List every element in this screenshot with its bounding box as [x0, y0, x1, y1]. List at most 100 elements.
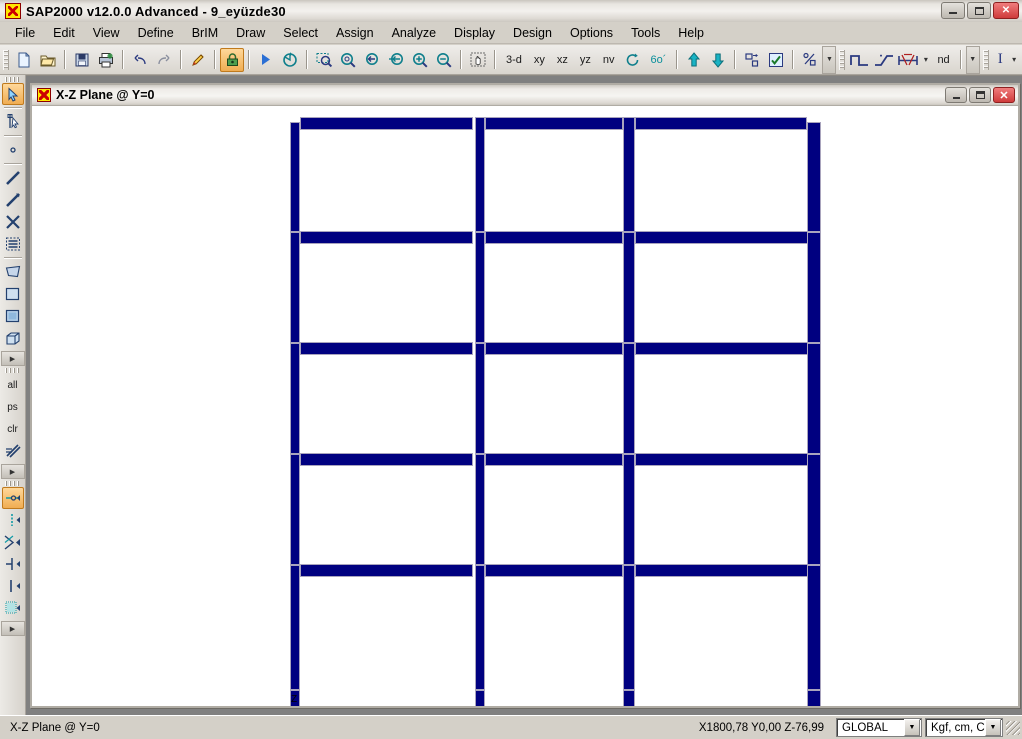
snap-to-perpendicular-icon[interactable] [2, 575, 24, 597]
column-B-base[interactable] [475, 690, 485, 706]
column-B-story1[interactable] [475, 565, 485, 690]
named-display-button[interactable]: nd [931, 48, 955, 72]
select-previous-button[interactable]: ps [2, 396, 24, 418]
column-D-story1[interactable] [807, 565, 821, 690]
units-dropdown[interactable]: Kgf, cm, C ▼ [925, 718, 1003, 737]
select-intersecting-line-icon[interactable] [2, 440, 24, 462]
coordinate-system-dropdown[interactable]: GLOBAL ▼ [836, 718, 922, 737]
restore-button[interactable] [967, 2, 991, 19]
snap-to-point-icon[interactable] [1, 487, 24, 509]
zoom-in-icon[interactable] [408, 48, 432, 72]
column-B-story2[interactable] [475, 454, 485, 565]
undo-icon[interactable] [128, 48, 152, 72]
left-toolbar-expand-button-2[interactable]: ▶ [0, 464, 25, 479]
beam-L2-bay3[interactable] [635, 453, 821, 466]
left-toolbar-grip[interactable] [4, 77, 21, 82]
column-A-story1[interactable] [290, 565, 300, 690]
zoom-out-icon[interactable] [432, 48, 456, 72]
snap-to-grid-icon[interactable] [2, 509, 24, 531]
shear-diagram-icon[interactable] [848, 48, 872, 72]
resize-grip[interactable] [1006, 720, 1020, 735]
close-button[interactable]: ✕ [993, 2, 1019, 19]
menu-display[interactable]: Display [445, 24, 504, 42]
menu-options[interactable]: Options [561, 24, 622, 42]
column-C-story4[interactable] [623, 232, 635, 343]
column-D-story5[interactable] [807, 122, 821, 232]
moment-diagram-icon[interactable] [872, 48, 896, 72]
menu-help[interactable]: Help [669, 24, 713, 42]
edit-pencil-icon[interactable] [186, 48, 210, 72]
previous-zoom-icon[interactable] [360, 48, 384, 72]
view-3d-button[interactable]: 3-d [500, 48, 528, 72]
restore-full-view-icon[interactable] [384, 48, 408, 72]
beam-L4-bay3[interactable] [635, 231, 821, 244]
beam-L3-bay2[interactable] [485, 342, 623, 355]
column-A-story5[interactable] [290, 122, 300, 232]
column-D-base[interactable] [807, 690, 821, 706]
redo-icon[interactable] [152, 48, 176, 72]
column-D-story3[interactable] [807, 343, 821, 454]
toolbar-grip-3[interactable] [982, 49, 989, 70]
snap-to-fine-grid-icon[interactable] [2, 597, 24, 619]
model-view-close-button[interactable]: ✕ [993, 87, 1015, 103]
chevron-down-icon[interactable]: ▼ [904, 719, 920, 736]
beam-L5-bay2[interactable] [485, 117, 623, 130]
percent-deformed-icon[interactable] [798, 48, 822, 72]
view-xz-button[interactable]: xz [551, 48, 574, 72]
toolbar-grip[interactable] [3, 49, 9, 70]
beam-L5-bay1[interactable] [300, 117, 473, 130]
quick-draw-braces-icon[interactable] [2, 211, 24, 233]
draw-poly-area-icon[interactable] [2, 261, 24, 283]
toolbar-grip-2[interactable] [839, 49, 846, 70]
diagram-dropdown-caret[interactable]: ▾ [920, 48, 931, 72]
left-toolbar-expand-button-3[interactable]: ▶ [0, 621, 25, 636]
beam-L4-bay1[interactable] [300, 231, 473, 244]
view-nv-button[interactable]: nv [597, 48, 621, 72]
draw-frame-cable-icon[interactable] [2, 167, 24, 189]
pan-hand-icon[interactable] [466, 48, 490, 72]
draw-point-icon[interactable] [2, 139, 24, 161]
column-D-story2[interactable] [807, 454, 821, 565]
column-A-story4[interactable] [290, 232, 300, 343]
section-label-icon[interactable]: I [992, 48, 1009, 72]
assign-to-group-icon[interactable] [764, 48, 788, 72]
beam-L5-bay3[interactable] [635, 117, 807, 130]
rotate-3d-icon[interactable] [621, 48, 645, 72]
quick-draw-frame-icon[interactable] [2, 189, 24, 211]
minimize-button[interactable] [941, 2, 965, 19]
clear-selection-button[interactable]: clr [2, 418, 24, 440]
beam-L2-bay2[interactable] [485, 453, 623, 466]
draw-solid-icon[interactable] [2, 327, 24, 349]
menu-edit[interactable]: Edit [44, 24, 84, 42]
axial-diagram-icon[interactable] [896, 48, 920, 72]
section-dropdown-caret[interactable]: ▾ [1009, 48, 1020, 72]
beam-L1-bay2[interactable] [485, 564, 623, 577]
model-view-minimize-button[interactable] [945, 87, 967, 103]
menu-file[interactable]: File [6, 24, 44, 42]
save-icon[interactable] [70, 48, 94, 72]
move-up-in-list-icon[interactable] [682, 48, 706, 72]
menu-design[interactable]: Design [504, 24, 561, 42]
menu-define[interactable]: Define [129, 24, 183, 42]
left-toolbar-grip-2[interactable] [4, 368, 21, 373]
view-xy-button[interactable]: xy [528, 48, 551, 72]
model-canvas[interactable]: X Z [32, 106, 1018, 706]
beam-L2-bay1[interactable] [300, 453, 473, 466]
toolbar-overflow-button-2[interactable]: ▼ [965, 45, 980, 74]
column-C-story3[interactable] [623, 343, 635, 454]
menu-view[interactable]: View [84, 24, 129, 42]
snap-to-intersections-icon[interactable] [2, 553, 24, 575]
beam-L4-bay2[interactable] [485, 231, 623, 244]
left-toolbar-expand-button[interactable]: ▶ [0, 351, 25, 366]
new-file-icon[interactable] [12, 48, 36, 72]
column-A-story3[interactable] [290, 343, 300, 454]
toolbar-overflow-button[interactable]: ▼ [822, 45, 837, 74]
beam-L3-bay1[interactable] [300, 342, 473, 355]
column-D-story4[interactable] [807, 232, 821, 343]
menu-select[interactable]: Select [274, 24, 327, 42]
zoom-full-icon[interactable] [336, 48, 360, 72]
menu-assign[interactable]: Assign [327, 24, 383, 42]
open-file-icon[interactable] [36, 48, 60, 72]
quick-draw-secondary-beams-icon[interactable] [2, 233, 24, 255]
reshape-object-icon[interactable] [2, 111, 24, 133]
